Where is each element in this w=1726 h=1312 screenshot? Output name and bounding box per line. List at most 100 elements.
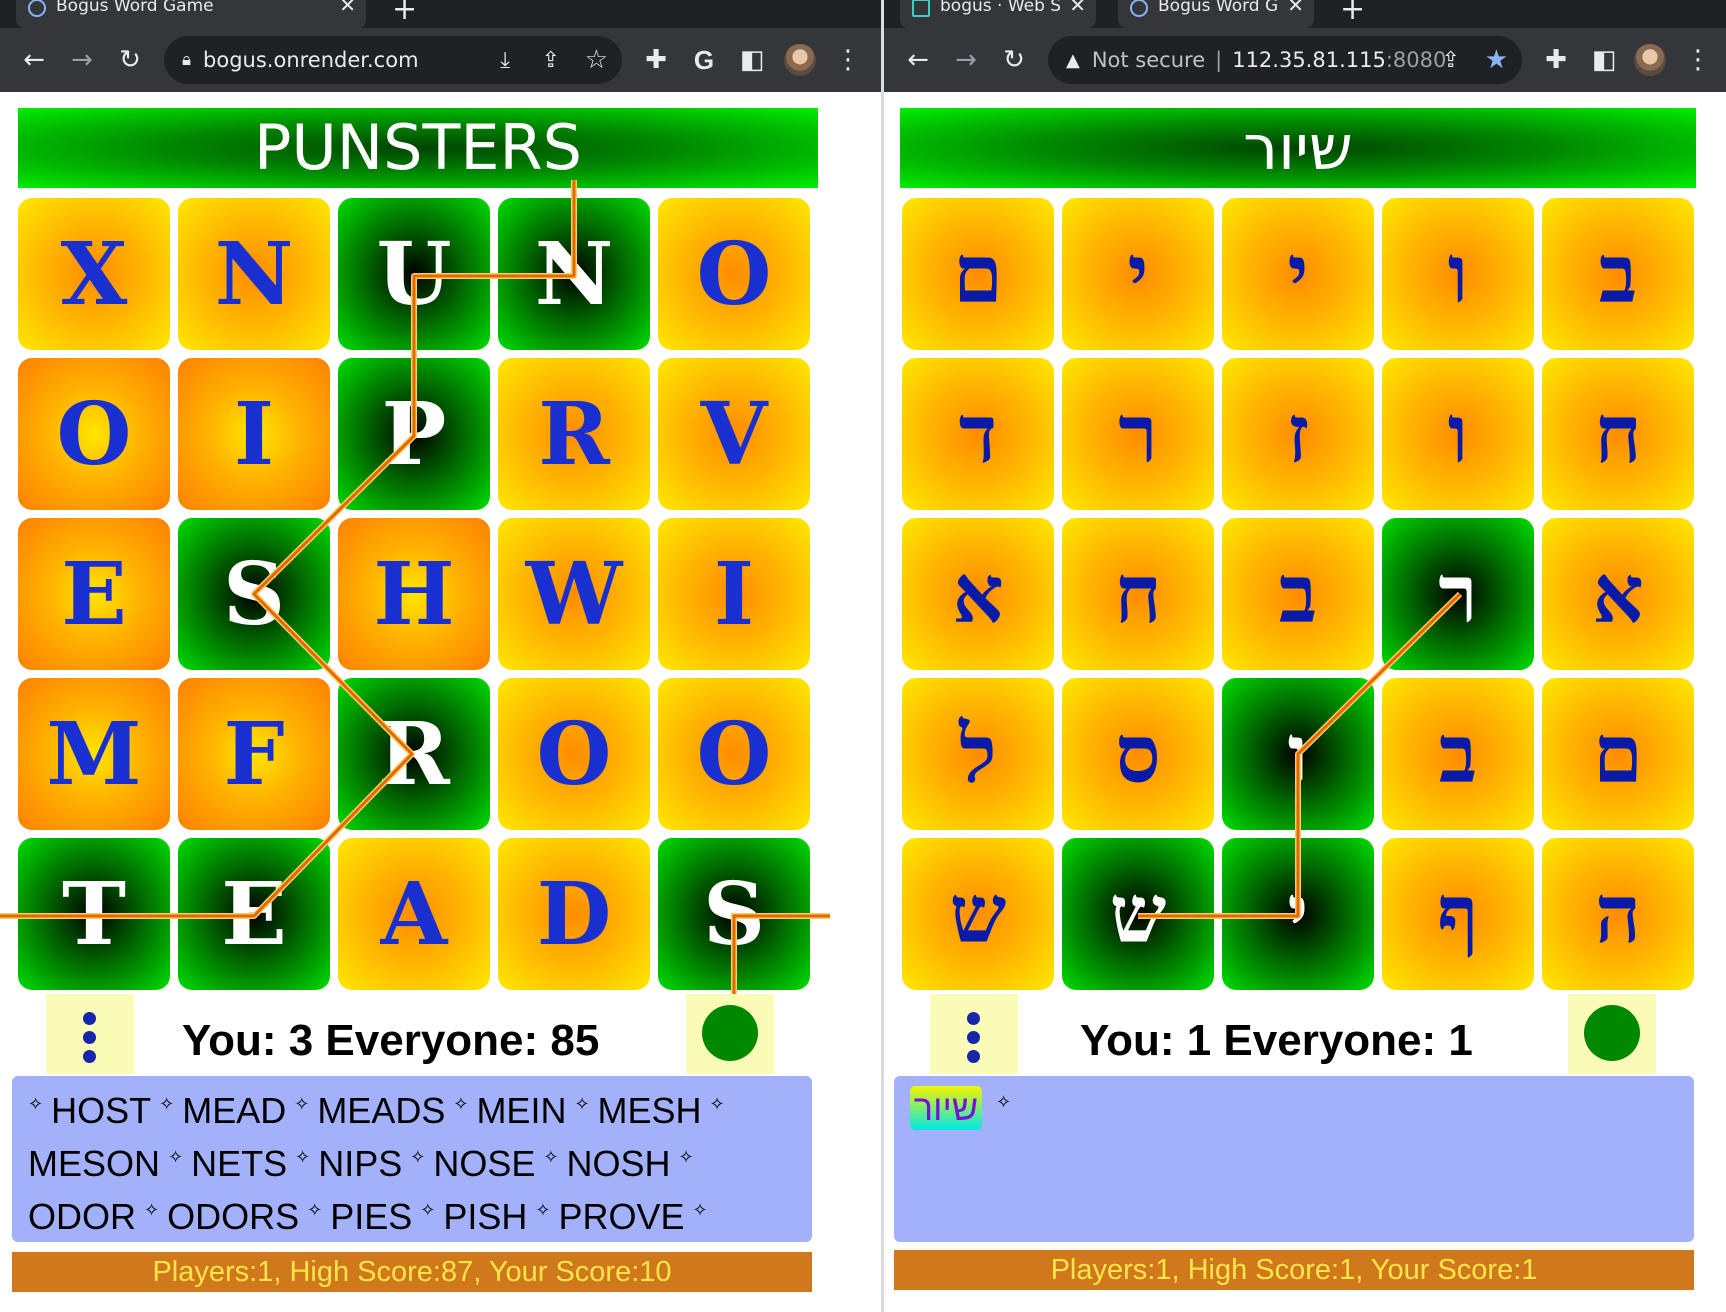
letter-tile[interactable]: N <box>178 198 330 350</box>
share-icon[interactable]: ⇪ <box>1442 48 1460 73</box>
letter-tile[interactable]: ם <box>902 198 1054 350</box>
letter-tile[interactable]: E <box>18 518 170 670</box>
new-tab-icon[interactable]: + <box>392 0 417 27</box>
found-word[interactable]: MESH <box>598 1090 702 1131</box>
letter-tile[interactable]: ז <box>1222 358 1374 510</box>
tab-bogus-word-game[interactable]: Bogus Word G ✕ <box>1118 0 1314 28</box>
letter-tile[interactable]: U <box>338 198 490 350</box>
letter-tile[interactable]: O <box>18 358 170 510</box>
found-word[interactable]: NETS <box>191 1143 287 1184</box>
letter-tile[interactable]: ה <box>1542 838 1694 990</box>
letter-tile[interactable]: E <box>178 838 330 990</box>
found-word[interactable]: MEADS <box>317 1090 445 1131</box>
back-icon[interactable]: ← <box>896 38 940 82</box>
close-tab-icon[interactable]: ✕ <box>339 0 356 17</box>
letter-tile[interactable]: ל <box>902 678 1054 830</box>
address-bar[interactable]: ▲ Not secure | 112.35.81.115 :8080 ⇪ ★ <box>1048 36 1522 84</box>
letter-tile[interactable]: I <box>178 358 330 510</box>
chrome-menu-icon[interactable]: ⋮ <box>826 38 870 82</box>
letter-tile[interactable]: ר <box>1382 518 1534 670</box>
letter-tile[interactable]: א <box>1542 518 1694 670</box>
tab-bogus-web-service[interactable]: bogus · Web S ✕ <box>900 0 1096 28</box>
found-word[interactable]: NIPS <box>318 1143 402 1184</box>
install-app-icon[interactable]: ⤓ <box>500 48 510 73</box>
found-word[interactable]: NOSH <box>566 1143 670 1184</box>
letter-tile[interactable]: י <box>1062 198 1214 350</box>
letter-tile[interactable]: א <box>902 518 1054 670</box>
chrome-menu-icon[interactable]: ⋮ <box>1676 38 1720 82</box>
found-word[interactable]: NOSE <box>433 1143 535 1184</box>
forward-icon[interactable]: → <box>944 38 988 82</box>
letter-tile[interactable]: ד <box>902 358 1054 510</box>
letter-tile[interactable]: S <box>658 838 810 990</box>
address-bar[interactable]: 🔒︎ bogus.onrender.com ⤓ ⇪ ☆ <box>164 36 622 84</box>
profile-avatar[interactable] <box>1634 44 1666 76</box>
back-icon[interactable]: ← <box>12 38 56 82</box>
close-tab-icon[interactable]: ✕ <box>1069 0 1086 17</box>
letter-tile[interactable]: O <box>658 678 810 830</box>
letter-tile[interactable]: W <box>498 518 650 670</box>
letter-tile[interactable]: O <box>498 678 650 830</box>
menu-kebab-button[interactable] <box>930 994 1018 1074</box>
new-tab-icon[interactable]: + <box>1340 0 1365 27</box>
letter-tile[interactable]: ב <box>1222 518 1374 670</box>
letter-tile[interactable]: ב <box>1542 198 1694 350</box>
letter-tile[interactable]: M <box>18 678 170 830</box>
letter-tile[interactable]: X <box>18 198 170 350</box>
letter-tile[interactable]: F <box>178 678 330 830</box>
menu-kebab-button[interactable] <box>46 994 134 1074</box>
found-word[interactable]: PISH <box>443 1196 527 1237</box>
letter-tile[interactable]: P <box>338 358 490 510</box>
found-word[interactable]: PROVE <box>558 1196 684 1237</box>
letter-tile[interactable]: ו <box>1382 198 1534 350</box>
found-word[interactable]: MEIN <box>476 1090 566 1131</box>
submit-word-button[interactable] <box>1568 994 1656 1074</box>
letter-tile[interactable]: ח <box>1542 358 1694 510</box>
profile-avatar[interactable] <box>784 44 816 76</box>
found-word[interactable]: ODOR <box>28 1196 136 1237</box>
side-panel-icon[interactable]: ◧ <box>1582 38 1626 82</box>
found-word[interactable]: PIES <box>330 1196 412 1237</box>
letter-tile[interactable]: ף <box>1382 838 1534 990</box>
letter-tile[interactable]: י <box>1222 198 1374 350</box>
letter-tile[interactable]: ב <box>1382 678 1534 830</box>
found-word[interactable]: MEAD <box>182 1090 286 1131</box>
letter-tile[interactable]: ס <box>1062 678 1214 830</box>
share-icon[interactable]: ⇪ <box>542 48 560 73</box>
found-word-chip[interactable]: שיור <box>910 1086 982 1130</box>
letter-tile[interactable]: י <box>1222 838 1374 990</box>
extensions-puzzle-icon[interactable]: ✚ <box>634 38 678 82</box>
letter-tile[interactable]: R <box>498 358 650 510</box>
letter-tile[interactable]: R <box>338 678 490 830</box>
letter-tile[interactable]: I <box>658 518 810 670</box>
tab-bogus-word-game[interactable]: Bogus Word Game ✕ <box>16 0 366 28</box>
reload-icon[interactable]: ↻ <box>992 38 1036 82</box>
letter-tile[interactable]: ו <box>1382 358 1534 510</box>
bookmark-star-filled-icon[interactable]: ★ <box>1485 45 1508 75</box>
found-word[interactable]: HOST <box>51 1090 151 1131</box>
letter-tile[interactable]: D <box>498 838 650 990</box>
letter-tile[interactable]: ם <box>1542 678 1694 830</box>
letter-tile[interactable]: A <box>338 838 490 990</box>
found-word[interactable]: MESON <box>28 1143 160 1184</box>
found-word[interactable]: ODORS <box>167 1196 299 1237</box>
letter-tile[interactable]: ש <box>902 838 1054 990</box>
reload-icon[interactable]: ↻ <box>108 38 152 82</box>
letter-tile[interactable]: O <box>658 198 810 350</box>
letter-tile[interactable]: ח <box>1062 518 1214 670</box>
letter-tile[interactable]: N <box>498 198 650 350</box>
extensions-puzzle-icon[interactable]: ✚ <box>1534 38 1578 82</box>
letter-tile[interactable]: ר <box>1062 358 1214 510</box>
letter-tile[interactable]: S <box>178 518 330 670</box>
bookmark-star-icon[interactable]: ☆ <box>585 45 608 75</box>
letter-tile[interactable]: ש <box>1062 838 1214 990</box>
letter-tile[interactable]: H <box>338 518 490 670</box>
letter-tile[interactable]: V <box>658 358 810 510</box>
close-tab-icon[interactable]: ✕ <box>1287 0 1304 17</box>
submit-word-button[interactable] <box>686 994 774 1074</box>
side-panel-icon[interactable]: ◧ <box>730 38 774 82</box>
letter-tile[interactable]: T <box>18 838 170 990</box>
letter-tile[interactable]: ו <box>1222 678 1374 830</box>
forward-icon[interactable]: → <box>60 38 104 82</box>
grammarly-g-icon[interactable]: G <box>682 38 726 82</box>
